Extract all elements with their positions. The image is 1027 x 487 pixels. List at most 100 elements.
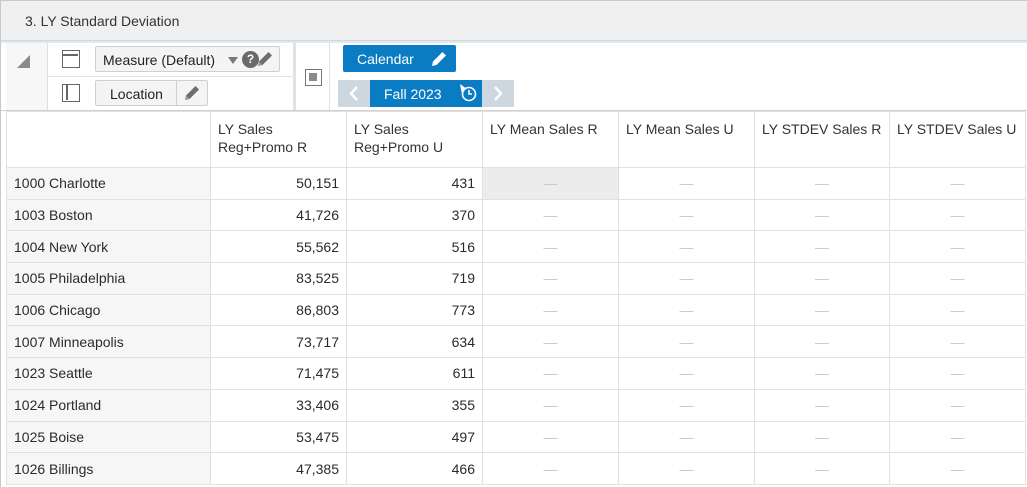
cell-ly-sales-r[interactable]: 47,385 bbox=[210, 452, 347, 485]
cell-ly-mean-sales-r[interactable]: — bbox=[482, 388, 619, 422]
cell-ly-sales-r[interactable]: 50,151 bbox=[210, 167, 347, 200]
row-header-location[interactable]: 1000 Charlotte bbox=[6, 167, 211, 200]
select-all-icon[interactable] bbox=[305, 69, 322, 86]
table-row[interactable]: 1024 Portland 33,406 355— — — — bbox=[6, 388, 1026, 422]
cell-ly-stdev-sales-u[interactable]: — bbox=[889, 293, 1026, 327]
cell-ly-mean-sales-u[interactable]: — bbox=[618, 198, 755, 232]
cell-ly-mean-sales-r[interactable]: — bbox=[482, 325, 619, 359]
col-header-ly-sales-u[interactable]: LY Sales Reg+Promo U bbox=[346, 111, 483, 168]
cell-ly-stdev-sales-u[interactable]: — bbox=[889, 357, 1026, 390]
cell-ly-mean-sales-r[interactable]: — bbox=[482, 452, 619, 485]
row-header-location[interactable]: 1026 Billings bbox=[6, 452, 211, 485]
edit-pencil-icon[interactable] bbox=[182, 83, 202, 103]
cell-ly-stdev-sales-r[interactable]: — bbox=[754, 388, 890, 422]
next-period-button[interactable] bbox=[482, 80, 514, 107]
row-header-location[interactable]: 1003 Boston bbox=[6, 198, 211, 232]
cell-ly-sales-u[interactable]: 466 bbox=[346, 452, 483, 485]
table-row[interactable]: 1000 Charlotte 50,151 431— — — — bbox=[6, 167, 1026, 200]
cell-ly-sales-u[interactable]: 611 bbox=[346, 357, 483, 390]
location-tile[interactable]: Location bbox=[95, 80, 208, 106]
cell-ly-sales-u[interactable]: 719 bbox=[346, 262, 483, 295]
grid-header-row: LY Sales Reg+Promo R LY Sales Reg+Promo … bbox=[6, 111, 1026, 168]
cell-ly-stdev-sales-u[interactable]: — bbox=[889, 262, 1026, 295]
table-row[interactable]: 1026 Billings 47,385 466— — — — bbox=[6, 452, 1026, 485]
cell-ly-mean-sales-u[interactable]: — bbox=[618, 325, 755, 359]
cell-ly-mean-sales-u[interactable]: — bbox=[618, 167, 755, 200]
cell-ly-sales-u[interactable]: 370 bbox=[346, 198, 483, 232]
cell-ly-sales-u[interactable]: 516 bbox=[346, 230, 483, 264]
cell-ly-mean-sales-r[interactable]: — bbox=[482, 420, 619, 454]
table-row[interactable]: 1006 Chicago 86,803 773— — — — bbox=[6, 293, 1026, 327]
cell-ly-sales-r[interactable]: 41,726 bbox=[210, 198, 347, 232]
cell-ly-mean-sales-r[interactable]: — bbox=[482, 198, 619, 232]
cell-ly-mean-sales-r[interactable]: — bbox=[482, 293, 619, 327]
cell-ly-stdev-sales-r[interactable]: — bbox=[754, 325, 890, 359]
cell-ly-stdev-sales-r[interactable]: — bbox=[754, 198, 890, 232]
table-row[interactable]: 1004 New York 55,562 516— — — — bbox=[6, 230, 1026, 264]
cell-ly-stdev-sales-u[interactable]: — bbox=[889, 167, 1026, 200]
cell-ly-stdev-sales-r[interactable]: — bbox=[754, 293, 890, 327]
row-header-location[interactable]: 1025 Boise bbox=[6, 420, 211, 454]
cell-ly-sales-r[interactable]: 73,717 bbox=[210, 325, 347, 359]
cell-ly-mean-sales-u[interactable]: — bbox=[618, 420, 755, 454]
col-header-ly-stdev-sales-r[interactable]: LY STDEV Sales R bbox=[754, 111, 890, 168]
cell-ly-sales-r[interactable]: 83,525 bbox=[210, 262, 347, 295]
cell-ly-stdev-sales-u[interactable]: — bbox=[889, 388, 1026, 422]
cell-ly-sales-r[interactable]: 33,406 bbox=[210, 388, 347, 422]
cell-ly-stdev-sales-u[interactable]: — bbox=[889, 420, 1026, 454]
row-header-location[interactable]: 1004 New York bbox=[6, 230, 211, 264]
edit-pencil-icon[interactable] bbox=[255, 49, 275, 69]
cell-ly-mean-sales-u[interactable]: — bbox=[618, 262, 755, 295]
cell-ly-stdev-sales-u[interactable]: — bbox=[889, 198, 1026, 232]
cell-ly-stdev-sales-r[interactable]: — bbox=[754, 452, 890, 485]
cell-ly-sales-r[interactable]: 86,803 bbox=[210, 293, 347, 327]
cell-ly-mean-sales-r[interactable]: — bbox=[482, 262, 619, 295]
pivot-corner[interactable] bbox=[6, 43, 48, 110]
cell-ly-mean-sales-r[interactable]: — bbox=[482, 357, 619, 390]
cell-ly-sales-u[interactable]: 431 bbox=[346, 167, 483, 200]
cell-ly-stdev-sales-r[interactable]: — bbox=[754, 262, 890, 295]
col-header-ly-sales-r[interactable]: LY Sales Reg+Promo R bbox=[210, 111, 347, 168]
current-period-button[interactable]: Fall 2023 bbox=[370, 80, 482, 107]
cell-ly-stdev-sales-u[interactable]: — bbox=[889, 452, 1026, 485]
col-header-ly-mean-sales-u[interactable]: LY Mean Sales U bbox=[618, 111, 755, 168]
cell-ly-stdev-sales-r[interactable]: — bbox=[754, 420, 890, 454]
cell-ly-stdev-sales-u[interactable]: — bbox=[889, 325, 1026, 359]
row-header-location[interactable]: 1024 Portland bbox=[6, 388, 211, 422]
col-header-ly-stdev-sales-u[interactable]: LY STDEV Sales U bbox=[889, 111, 1026, 168]
cell-ly-sales-u[interactable]: 634 bbox=[346, 325, 483, 359]
edit-pencil-icon[interactable] bbox=[429, 49, 449, 69]
previous-period-button[interactable] bbox=[338, 80, 370, 107]
row-header-location[interactable]: 1007 Minneapolis bbox=[6, 325, 211, 359]
cell-ly-sales-u[interactable]: 773 bbox=[346, 293, 483, 327]
col-header-ly-mean-sales-r[interactable]: LY Mean Sales R bbox=[482, 111, 619, 168]
cell-ly-mean-sales-u[interactable]: — bbox=[618, 293, 755, 327]
row-header-location[interactable]: 1023 Seattle bbox=[6, 357, 211, 390]
cell-ly-mean-sales-u[interactable]: — bbox=[618, 388, 755, 422]
table-row[interactable]: 1007 Minneapolis 73,717 634— — — — bbox=[6, 325, 1026, 359]
cell-ly-sales-r[interactable]: 53,475 bbox=[210, 420, 347, 454]
cell-ly-stdev-sales-r[interactable]: — bbox=[754, 357, 890, 390]
table-row[interactable]: 1023 Seattle 71,475 611— — — — bbox=[6, 357, 1026, 390]
cell-ly-stdev-sales-u[interactable]: — bbox=[889, 230, 1026, 264]
table-row[interactable]: 1025 Boise 53,475 497— — — — bbox=[6, 420, 1026, 454]
cell-ly-stdev-sales-r[interactable]: — bbox=[754, 167, 890, 200]
row-header-location[interactable]: 1006 Chicago bbox=[6, 293, 211, 327]
cell-ly-sales-u[interactable]: 497 bbox=[346, 420, 483, 454]
cell-ly-mean-sales-u[interactable]: — bbox=[618, 357, 755, 390]
cell-ly-mean-sales-u[interactable]: — bbox=[618, 452, 755, 485]
row-header-location[interactable]: 1005 Philadelphia bbox=[6, 262, 211, 295]
cell-ly-stdev-sales-r[interactable]: — bbox=[754, 230, 890, 264]
table-row[interactable]: 1003 Boston 41,726 370— — — — bbox=[6, 198, 1026, 232]
table-row[interactable]: 1005 Philadelphia 83,525 719— — — — bbox=[6, 262, 1026, 295]
calendar-dimension-button[interactable]: Calendar bbox=[343, 45, 456, 72]
measure-tile[interactable]: Measure (Default) ? bbox=[95, 46, 280, 72]
cell-ly-mean-sales-r[interactable]: — bbox=[482, 230, 619, 264]
cell-ly-mean-sales-u[interactable]: — bbox=[618, 230, 755, 264]
reset-period-icon[interactable] bbox=[458, 83, 478, 103]
cell-ly-sales-r[interactable]: 55,562 bbox=[210, 230, 347, 264]
cell-ly-sales-r[interactable]: 71,475 bbox=[210, 357, 347, 390]
cell-ly-sales-u[interactable]: 355 bbox=[346, 388, 483, 422]
cell-ly-mean-sales-r[interactable]: — bbox=[482, 167, 619, 200]
chevron-down-icon[interactable] bbox=[228, 57, 238, 64]
